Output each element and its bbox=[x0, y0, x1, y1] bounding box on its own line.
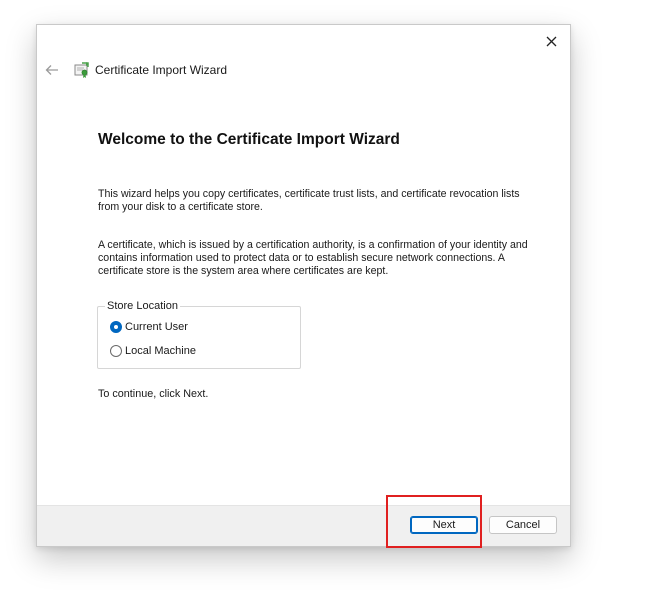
store-location-group: Store Location Current User Local Machin… bbox=[97, 300, 301, 369]
wizard-footer: Next Cancel bbox=[37, 505, 570, 546]
close-icon bbox=[546, 36, 556, 46]
screen: Certificate Import Wizard Welcome to the… bbox=[0, 0, 657, 595]
current-user-radio[interactable] bbox=[110, 321, 122, 333]
window-title: Certificate Import Wizard bbox=[95, 63, 228, 77]
intro-paragraph: This wizard helps you copy certificates,… bbox=[98, 188, 520, 213]
next-button[interactable]: Next bbox=[410, 516, 478, 534]
local-machine-radio[interactable] bbox=[110, 345, 122, 357]
close-button[interactable] bbox=[540, 31, 562, 51]
store-location-legend: Store Location bbox=[105, 300, 180, 312]
continue-instruction: To continue, click Next. bbox=[98, 388, 209, 400]
certificate-import-wizard-window: Certificate Import Wizard Welcome to the… bbox=[36, 24, 571, 547]
local-machine-option[interactable]: Local Machine bbox=[110, 345, 196, 357]
certificate-icon bbox=[74, 62, 89, 78]
certificate-description-paragraph: A certificate, which is issued by a cert… bbox=[98, 239, 528, 277]
local-machine-label: Local Machine bbox=[125, 345, 196, 357]
arrow-left-icon bbox=[45, 65, 58, 75]
current-user-option[interactable]: Current User bbox=[110, 321, 188, 333]
current-user-label: Current User bbox=[125, 321, 188, 333]
cancel-button[interactable]: Cancel bbox=[489, 516, 557, 534]
page-heading: Welcome to the Certificate Import Wizard bbox=[98, 131, 400, 148]
back-button[interactable] bbox=[43, 62, 61, 78]
